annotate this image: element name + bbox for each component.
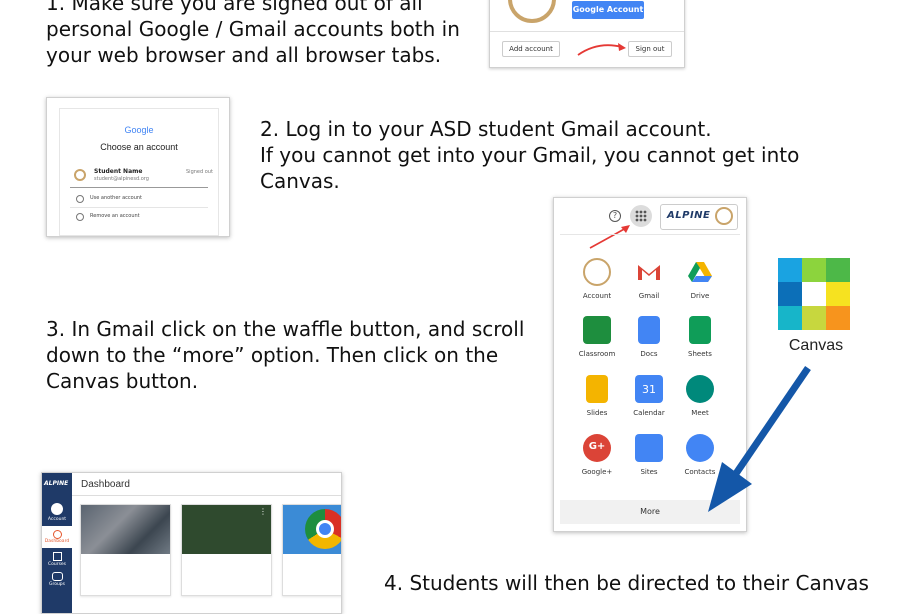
gplus-glyph: G+ xyxy=(588,441,606,452)
course-card-3[interactable] xyxy=(282,504,341,596)
red-arrow-icon xyxy=(577,43,626,56)
app-label: Gmail xyxy=(638,292,660,300)
drive-icon xyxy=(686,258,714,286)
student-name[interactable]: Student Name xyxy=(94,168,142,175)
app-label: Account xyxy=(582,292,612,300)
app-sites[interactable]: Sites xyxy=(621,434,677,476)
app-calendar[interactable]: 31 Calendar xyxy=(621,375,677,417)
slides-icon xyxy=(586,375,608,403)
alpine-logo: ALPINE xyxy=(44,480,69,487)
sites-icon xyxy=(635,434,663,462)
step-2-line-3: Canvas. xyxy=(260,169,340,193)
card-menu-icon[interactable]: ⋮ xyxy=(259,507,267,516)
app-label: Sheets xyxy=(688,350,712,358)
app-gmail[interactable]: Gmail xyxy=(621,258,677,300)
app-docs[interactable]: Docs xyxy=(621,316,677,358)
sheets-icon xyxy=(689,316,711,344)
chrome-logo-icon xyxy=(305,509,341,549)
more-label: More xyxy=(640,507,660,516)
step-1-line-3: your web browser and all browser tabs. xyxy=(46,43,442,67)
choose-account-screenshot: Google Choose an account Student Name st… xyxy=(46,97,230,237)
course-card-3-image xyxy=(283,505,341,554)
classroom-icon xyxy=(583,316,611,344)
calendar-icon: 31 xyxy=(635,375,663,403)
canvas-logo-icon[interactable] xyxy=(778,258,850,330)
remove-person-icon xyxy=(76,213,84,221)
choose-account-title: Choose an account xyxy=(100,142,178,152)
account-icon xyxy=(583,258,611,286)
add-person-icon xyxy=(76,195,84,203)
apps-menu-screenshot: ? ALPINE Account Gmail Drive Classroom Docs S… xyxy=(553,197,747,532)
more-button[interactable]: More xyxy=(560,500,740,524)
nav-courses[interactable]: Courses xyxy=(42,562,72,567)
app-label: Calendar xyxy=(633,409,665,417)
step-2-line-2: If you cannot get into your Gmail, you c… xyxy=(260,143,800,167)
signout-screenshot: Google Account Add account Sign out xyxy=(489,0,685,68)
google-logo: Google xyxy=(124,125,154,135)
app-label: Classroom xyxy=(578,350,616,358)
nav-dashboard: Dashboard xyxy=(44,539,70,544)
student-email: student@alpinesd.org xyxy=(94,176,149,182)
account-icon[interactable] xyxy=(51,503,63,515)
app-label: Meet xyxy=(691,409,709,417)
groups-icon xyxy=(52,572,63,581)
course-card-2[interactable]: ⋮ xyxy=(181,504,272,596)
step-2-line-1: 2. Log in to your ASD student Gmail acco… xyxy=(260,117,712,141)
gmail-icon xyxy=(635,258,663,286)
app-label: Slides xyxy=(586,409,608,417)
contacts-icon xyxy=(686,434,714,462)
dashboard-title: Dashboard xyxy=(81,479,130,490)
dashboard-icon xyxy=(53,530,62,539)
course-card-1-image xyxy=(81,505,170,554)
step-4-text: 4. Students will then be directed to the… xyxy=(384,570,869,596)
nav-account[interactable]: Account xyxy=(42,517,72,522)
meet-icon xyxy=(686,375,714,403)
step-1-line-2: personal Google / Gmail accounts both in xyxy=(46,17,460,41)
canvas-label: Canvas xyxy=(788,337,844,354)
use-another-account-link[interactable]: Use another account xyxy=(90,195,142,201)
app-label: Sites xyxy=(640,468,658,476)
courses-icon xyxy=(53,552,62,561)
step-1-line-1: 1. Make sure you are signed out of all xyxy=(46,0,423,15)
step-4-line-1: 4. Students will then be directed to the… xyxy=(384,571,869,595)
app-sheets[interactable]: Sheets xyxy=(672,316,728,358)
step-1-text: 1. Make sure you are signed out of all p… xyxy=(46,0,460,68)
nav-groups[interactable]: Groups xyxy=(42,582,72,587)
app-account[interactable]: Account xyxy=(569,258,625,300)
app-slides[interactable]: Slides xyxy=(569,375,625,417)
step-3-line-2: down to the “more” option. Then click on… xyxy=(46,343,499,367)
canvas-dashboard-screenshot: ALPINE Account Dashboard Courses Groups … xyxy=(41,472,342,614)
step-2-text: 2. Log in to your ASD student Gmail acco… xyxy=(260,116,799,194)
account-avatar xyxy=(74,169,86,181)
calendar-day: 31 xyxy=(642,383,656,396)
app-meet[interactable]: Meet xyxy=(672,375,728,417)
step-3-line-3: Canvas button. xyxy=(46,369,199,393)
step-3-text: 3. In Gmail click on the waffle button, … xyxy=(46,316,524,394)
app-label: Docs xyxy=(640,350,658,358)
course-card-2-image: ⋮ xyxy=(182,505,271,554)
signed-out-status: Signed out xyxy=(186,169,213,175)
step-3-line-1: 3. In Gmail click on the waffle button, … xyxy=(46,317,525,341)
course-card-1[interactable] xyxy=(80,504,171,596)
app-google-plus[interactable]: G+ Google+ xyxy=(569,434,625,476)
docs-icon xyxy=(638,316,660,344)
nav-dashboard-active[interactable]: Dashboard xyxy=(42,526,72,548)
app-contacts[interactable]: Contacts xyxy=(672,434,728,476)
app-drive[interactable]: Drive xyxy=(672,258,728,300)
app-label: Drive xyxy=(690,292,710,300)
canvas-sidebar: ALPINE Account Dashboard Courses Groups xyxy=(42,473,72,613)
remove-account-link[interactable]: Remove an account xyxy=(90,213,140,219)
google-plus-icon: G+ xyxy=(583,434,611,462)
app-classroom[interactable]: Classroom xyxy=(569,316,625,358)
red-arrow-icon xyxy=(589,225,630,249)
app-label: Google+ xyxy=(581,468,613,476)
app-label: Contacts xyxy=(684,468,716,476)
